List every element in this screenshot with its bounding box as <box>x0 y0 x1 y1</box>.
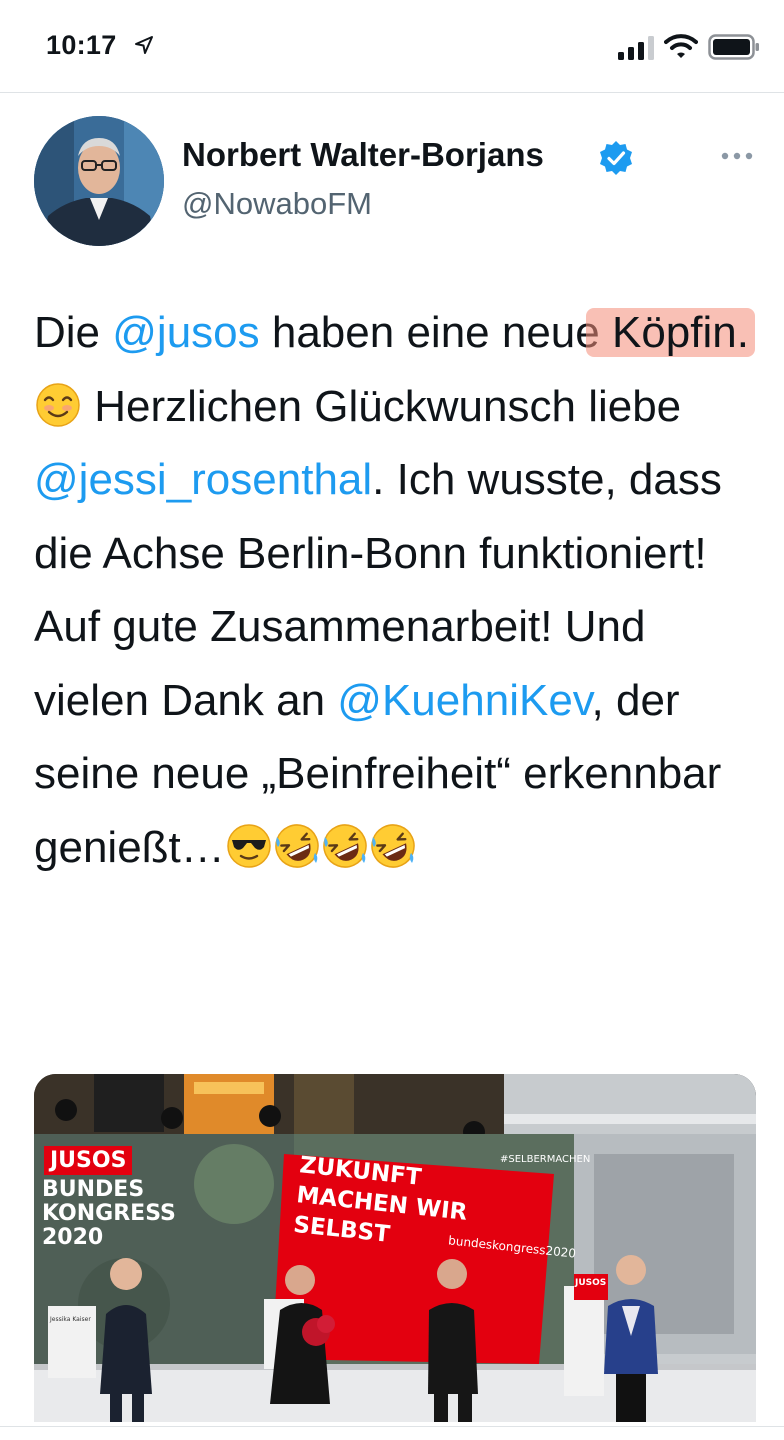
bottom-divider <box>0 1426 784 1427</box>
photo-nameplate: Jessika Kaiser <box>50 1316 91 1323</box>
author-name[interactable]: Norbert Walter-Borjans <box>182 136 544 174</box>
mention-jessi-rosenthal[interactable]: @jessi_rosenthal <box>34 455 372 504</box>
wifi-icon <box>664 34 698 58</box>
sunglasses-face-icon <box>227 823 271 868</box>
rolling-laughing-icon <box>371 823 415 868</box>
more-options-icon[interactable] <box>720 150 754 162</box>
tweet-text-segment: Die <box>34 308 113 357</box>
tweet-text: Die @jusos haben eine neue Köpfin. Herzl… <box>34 296 764 884</box>
tweet-text-segment: haben eine neue <box>259 308 612 357</box>
mention-jusos[interactable]: @jusos <box>112 308 259 357</box>
location-arrow-icon <box>135 36 153 54</box>
photo-logo: JUSOS <box>44 1146 133 1175</box>
photo-podium-logo: JUSOS <box>575 1278 607 1288</box>
status-bar: 10:17 <box>0 0 784 92</box>
verified-badge-icon <box>600 141 632 175</box>
mention-kuehnikev[interactable]: @KuehniKev <box>337 676 591 725</box>
photo-hashtag: #SELBERMACHEN <box>500 1154 591 1165</box>
tweet-photo[interactable]: JUSOS BUNDES KONGRESS 2020 ZUKUNFT MACHE… <box>34 1074 756 1422</box>
rolling-laughing-icon <box>275 823 319 868</box>
author-handle[interactable]: @NowaboFM <box>182 186 372 222</box>
status-divider <box>0 92 784 93</box>
smiling-face-icon <box>36 382 80 427</box>
avatar-photo <box>34 116 164 246</box>
rolling-laughing-icon <box>323 823 367 868</box>
cellular-signal-icon <box>618 36 654 60</box>
tweet-text-segment: Herzlichen Glückwunsch liebe <box>82 381 682 431</box>
highlighted-word: Köpfin. <box>585 308 755 357</box>
avatar[interactable] <box>34 116 164 246</box>
photo-congress-text: BUNDES KONGRESS 2020 <box>42 1177 176 1250</box>
battery-icon <box>708 34 759 60</box>
status-time: 10:17 <box>46 30 117 60</box>
